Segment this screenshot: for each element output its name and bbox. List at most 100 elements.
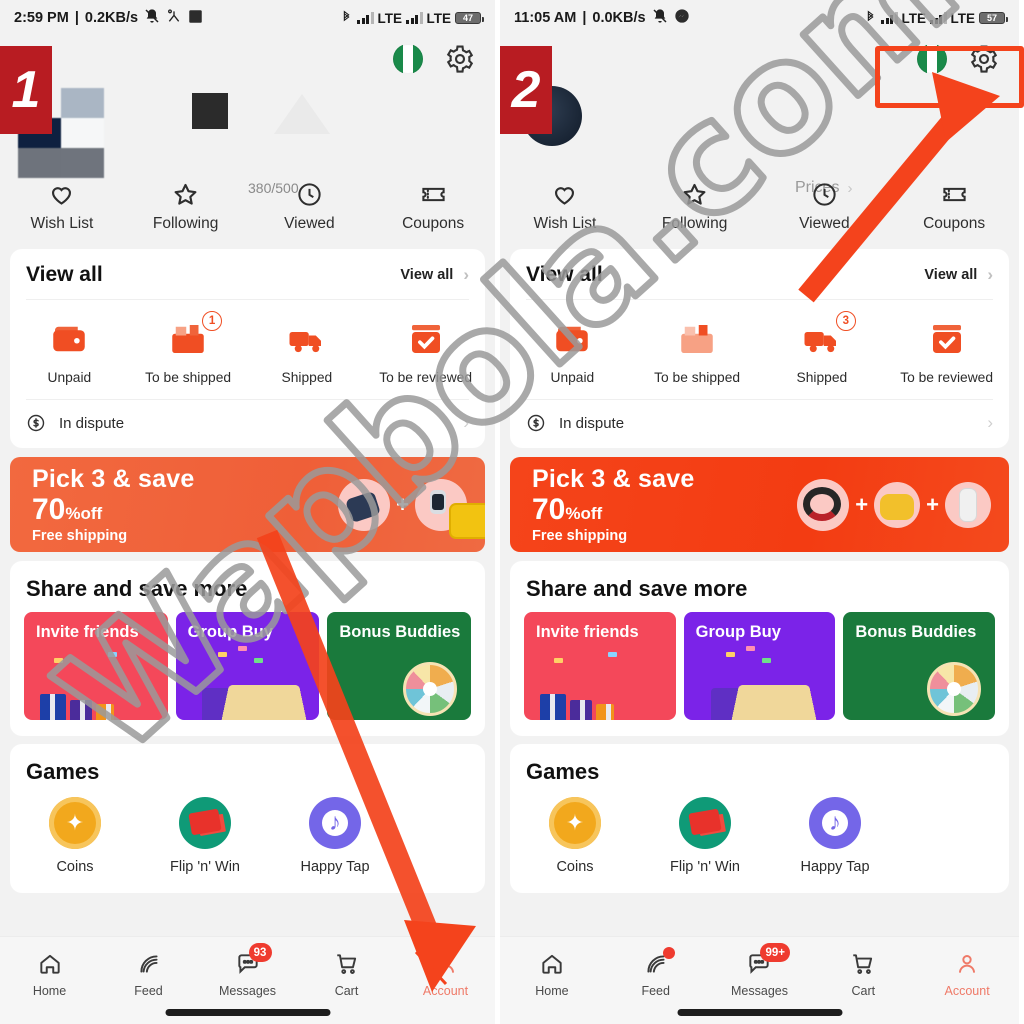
status-network-speed: 0.2KB/s bbox=[84, 10, 139, 26]
order-status-label: To be reviewed bbox=[900, 370, 994, 385]
game-coins[interactable]: Coins bbox=[510, 797, 640, 875]
quick-action-following[interactable]: Following bbox=[630, 181, 760, 233]
quick-action-viewed[interactable]: Viewed bbox=[760, 181, 890, 233]
in-dispute-label: In dispute bbox=[559, 414, 625, 432]
quick-action-coupons[interactable]: Coupons bbox=[889, 181, 1019, 233]
confetti bbox=[54, 658, 63, 663]
nigeria-flag-icon[interactable] bbox=[917, 44, 947, 74]
order-status-to-be-shipped[interactable]: To be shipped bbox=[635, 318, 760, 385]
status-separator: | bbox=[582, 10, 587, 26]
order-status-to-be-shipped[interactable]: 1 To be shipped bbox=[129, 311, 248, 385]
refund-dollar-icon bbox=[26, 413, 46, 433]
order-status-shipped[interactable]: Shipped bbox=[248, 318, 367, 385]
game-flip-n-win[interactable]: Flip 'n' Win bbox=[640, 797, 770, 875]
order-status-row: Unpaid To be shipped 3 Shipped To be rev… bbox=[510, 300, 1009, 399]
in-dispute-row[interactable]: In dispute › bbox=[510, 400, 1009, 448]
nav-label: Account bbox=[944, 984, 990, 998]
in-dispute-row[interactable]: In dispute › bbox=[10, 400, 485, 448]
nav-item-feed[interactable]: Feed bbox=[604, 947, 708, 998]
gear-icon[interactable] bbox=[445, 44, 475, 74]
status-time: 11:05 AM bbox=[514, 10, 577, 26]
ticket-icon bbox=[420, 181, 447, 208]
package-icon: 1 bbox=[167, 311, 223, 360]
nigeria-flag-icon[interactable] bbox=[393, 44, 423, 74]
confetti bbox=[554, 658, 563, 663]
share-tile-bonus-buddies[interactable]: Bonus Buddies bbox=[327, 612, 472, 720]
share-tile-label: Group Buy bbox=[695, 623, 781, 641]
promo-banner-left[interactable]: Pick 3 & save 70%off Free shipping + bbox=[10, 457, 485, 552]
order-status-unpaid[interactable]: Unpaid bbox=[510, 318, 635, 385]
game-happy-tap[interactable]: Happy Tap bbox=[770, 797, 900, 875]
people-icon bbox=[166, 8, 182, 28]
nav-item-home[interactable]: Home bbox=[500, 951, 604, 998]
games-title: Games bbox=[526, 759, 600, 784]
order-status-label: To be reviewed bbox=[379, 370, 473, 385]
share-tile-invite-friends[interactable]: Invite friends bbox=[524, 612, 676, 720]
gift-box-icon bbox=[70, 700, 92, 720]
promo-banner-right[interactable]: Pick 3 & save 70%off Free shipping + + bbox=[510, 457, 1009, 552]
quick-action-coupons[interactable]: Coupons bbox=[371, 181, 495, 233]
order-status-unpaid[interactable]: Unpaid bbox=[10, 318, 129, 385]
quick-actions-right: Wish List Following Viewed Coupons bbox=[500, 181, 1019, 233]
orders-view-all-link[interactable]: View all › bbox=[924, 265, 993, 285]
share-tile-invite-friends[interactable]: Invite friends bbox=[24, 612, 168, 720]
quick-action-label: Coupons bbox=[402, 215, 465, 232]
promo-line-1: Pick 3 & save bbox=[32, 465, 195, 494]
orders-card-left: View all View all › Unpaid 1 To be shipp… bbox=[10, 249, 485, 448]
nav-label: Messages bbox=[219, 984, 276, 998]
order-status-shipped[interactable]: 3 Shipped bbox=[760, 311, 885, 385]
cards-icon bbox=[179, 797, 231, 849]
nav-item-account[interactable]: Account bbox=[396, 951, 495, 998]
prize-wheel-icon bbox=[403, 662, 458, 716]
game-happy-tap[interactable]: Happy Tap bbox=[270, 797, 400, 875]
nav-item-home[interactable]: Home bbox=[0, 951, 99, 998]
share-tile-label: Group Buy bbox=[187, 623, 273, 641]
quick-action-viewed[interactable]: Viewed bbox=[248, 181, 372, 233]
game-flip-n-win[interactable]: Flip 'n' Win bbox=[140, 797, 270, 875]
nav-label: Home bbox=[32, 984, 67, 998]
nav-item-cart[interactable]: Cart bbox=[811, 951, 915, 998]
promo-percent-sign: % bbox=[565, 504, 581, 524]
quick-action-wishlist[interactable]: Wish List bbox=[500, 181, 630, 233]
status-bar-right: 11:05 AM | 0.0KB/s LTE LTE 57 bbox=[500, 0, 1019, 36]
confetti bbox=[725, 652, 735, 657]
orders-card-header: View all View all › bbox=[10, 249, 485, 299]
nav-item-messages[interactable]: 93 Messages bbox=[198, 943, 297, 998]
screen-right: 11:05 AM | 0.0KB/s LTE LTE 57 Prices › 2… bbox=[500, 0, 1019, 1024]
prize-wheel-icon bbox=[927, 662, 982, 716]
share-tile-group-buy[interactable]: Group Buy bbox=[175, 612, 320, 720]
share-tiles-row: Invite friends Group Buy Bonus Buddies bbox=[10, 612, 485, 736]
order-status-to-be-reviewed[interactable]: To be reviewed bbox=[884, 318, 1009, 385]
nav-item-messages[interactable]: 99+ Messages bbox=[708, 943, 812, 998]
feed-icon bbox=[136, 951, 162, 977]
confetti bbox=[608, 652, 617, 657]
network-type-1: LTE bbox=[901, 10, 927, 26]
nav-item-feed[interactable]: Feed bbox=[99, 951, 198, 998]
confetti bbox=[237, 646, 247, 651]
orders-view-all-link[interactable]: View all › bbox=[400, 265, 469, 285]
mute-bell-icon bbox=[144, 8, 160, 28]
order-status-label: Shipped bbox=[281, 370, 333, 385]
network-type-2: LTE bbox=[950, 10, 976, 26]
cards-icon bbox=[679, 797, 731, 849]
order-status-to-be-reviewed[interactable]: To be reviewed bbox=[366, 318, 485, 385]
product-bag-thumb bbox=[338, 478, 391, 531]
quick-action-wishlist[interactable]: Wish List bbox=[0, 181, 124, 233]
game-coins[interactable]: Coins bbox=[10, 797, 140, 875]
quick-action-following[interactable]: Following bbox=[124, 181, 248, 233]
orders-view-all-label: View all bbox=[400, 267, 454, 283]
home-icon bbox=[37, 951, 63, 977]
gear-icon[interactable] bbox=[969, 44, 999, 74]
signal-bars-1-icon bbox=[357, 12, 374, 24]
nav-item-cart[interactable]: Cart bbox=[297, 951, 396, 998]
ticket-icon bbox=[941, 181, 968, 208]
order-status-row: Unpaid 1 To be shipped Shipped To be rev… bbox=[10, 300, 485, 399]
network-type-2: LTE bbox=[426, 10, 452, 26]
share-title: Share and save more bbox=[526, 576, 748, 601]
product-yellow-bag bbox=[449, 502, 485, 539]
share-tile-bonus-buddies[interactable]: Bonus Buddies bbox=[843, 612, 996, 720]
share-tile-label: Invite friends bbox=[536, 623, 639, 641]
nav-item-account[interactable]: Account bbox=[915, 951, 1019, 998]
orders-card-header: View all View all › bbox=[510, 249, 1009, 299]
share-tile-group-buy[interactable]: Group Buy bbox=[683, 612, 836, 720]
